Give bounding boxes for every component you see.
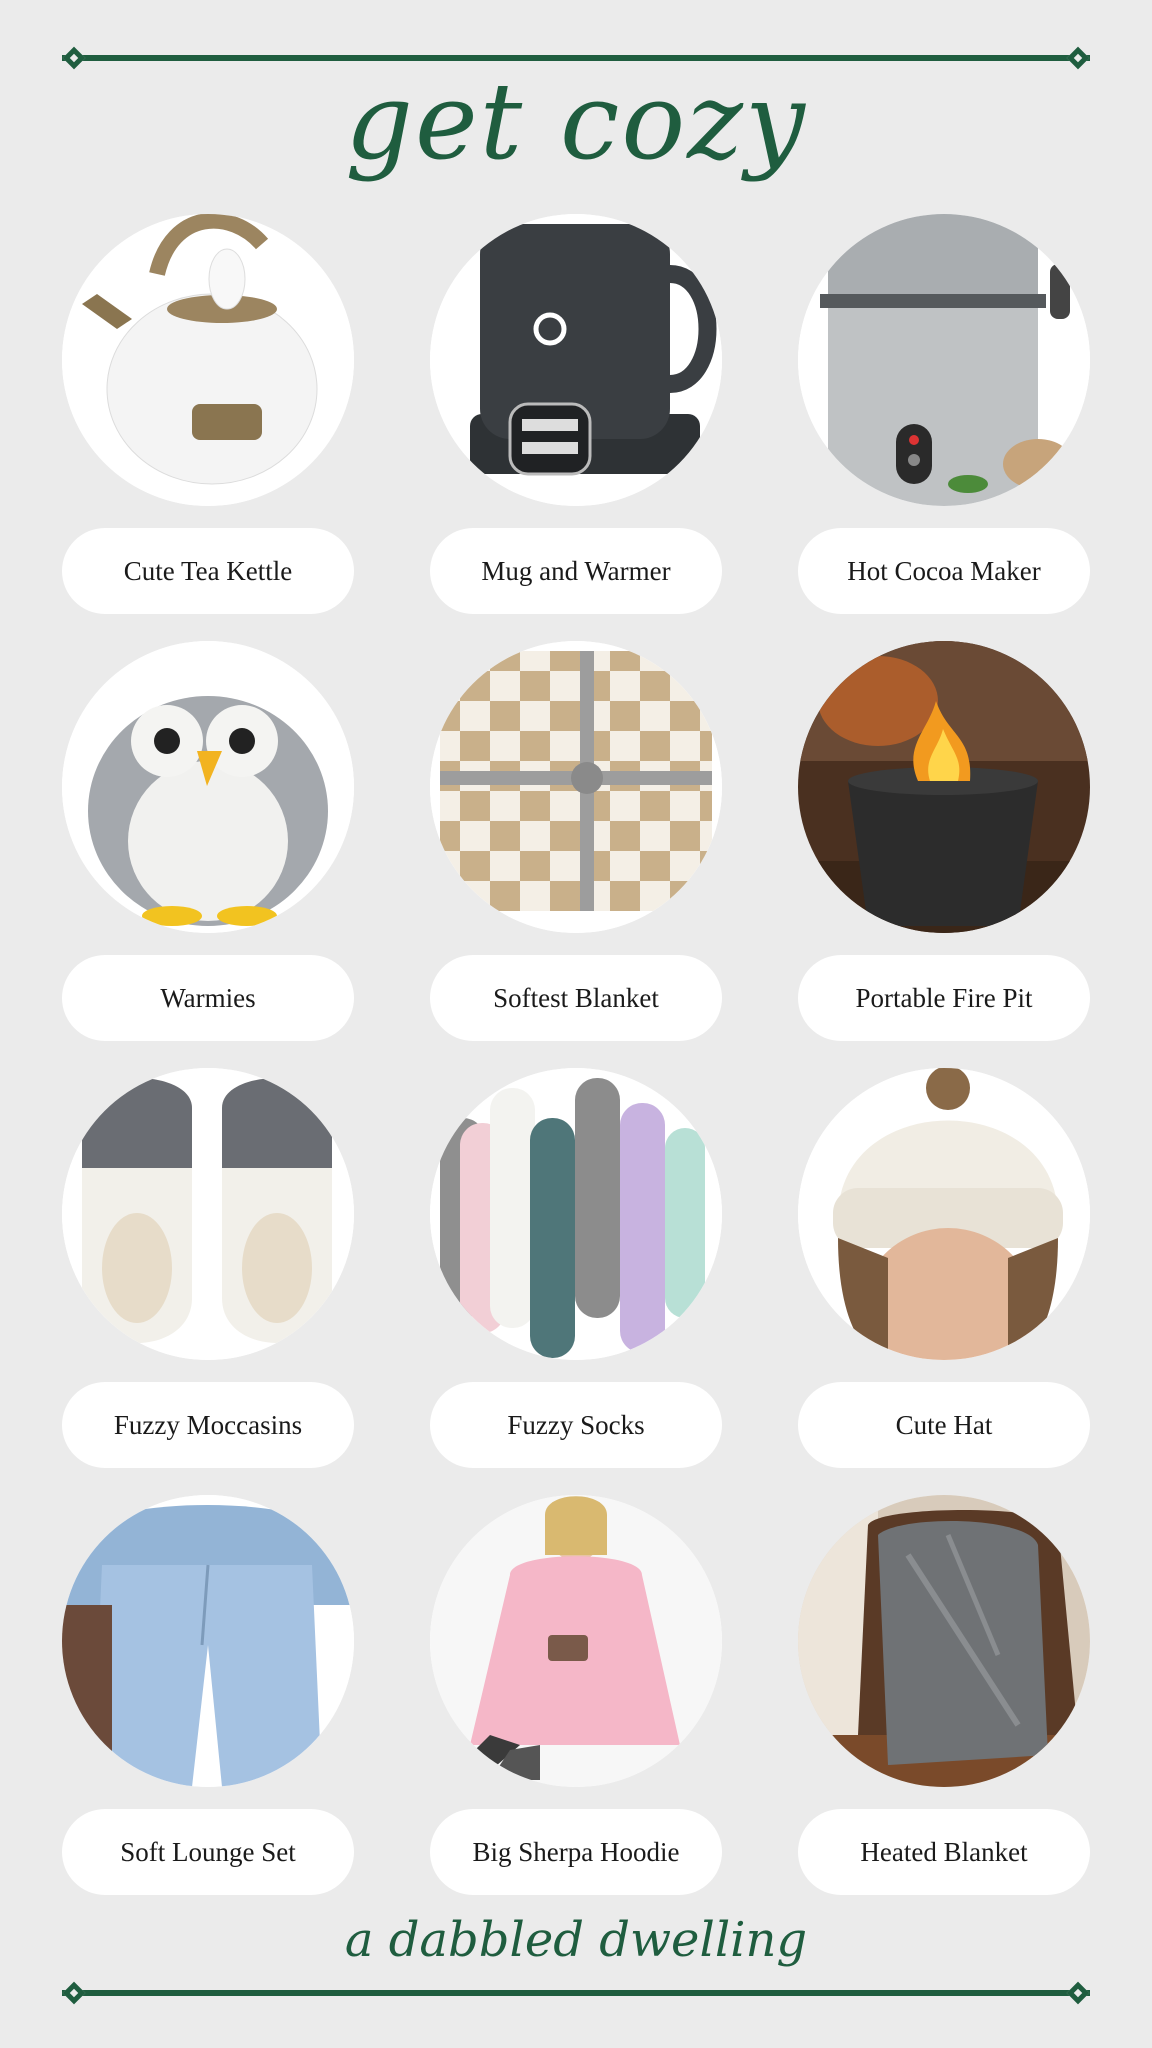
brand-signature: a dabbled dwelling (344, 1912, 808, 1968)
heated-blanket-image[interactable] (798, 1495, 1090, 1787)
cocoa-maker-image[interactable] (798, 214, 1090, 506)
item-label[interactable]: Big Sherpa Hoodie (430, 1809, 722, 1895)
product-card-heated-blanket[interactable]: Heated Blanket (798, 1495, 1090, 1915)
moccasins-image[interactable] (62, 1068, 354, 1360)
product-card-hat[interactable]: Cute Hat (798, 1068, 1090, 1488)
item-label[interactable]: Hot Cocoa Maker (798, 528, 1090, 614)
diamond-right-bottom-icon (1066, 1981, 1090, 2005)
item-label[interactable]: Cute Tea Kettle (62, 528, 354, 614)
checkered-blanket-image[interactable] (430, 641, 722, 933)
product-card-sherpa-hoodie[interactable]: Big Sherpa Hoodie (430, 1495, 722, 1915)
product-card-cocoa-maker[interactable]: Hot Cocoa Maker (798, 214, 1090, 634)
product-card-lounge-set[interactable]: Soft Lounge Set (62, 1495, 354, 1915)
item-label[interactable]: Cute Hat (798, 1382, 1090, 1468)
bottom-divider (62, 1990, 1090, 1996)
page-title: get cozy (345, 60, 807, 183)
fuzzy-socks-image[interactable] (430, 1068, 722, 1360)
item-label[interactable]: Heated Blanket (798, 1809, 1090, 1895)
diamond-left-bottom-icon (62, 1981, 86, 2005)
sherpa-hoodie-image[interactable] (430, 1495, 722, 1787)
product-card-fire-pit[interactable]: Portable Fire Pit (798, 641, 1090, 1061)
lounge-set-image[interactable] (62, 1495, 354, 1787)
item-label[interactable]: Mug and Warmer (430, 528, 722, 614)
product-card-moccasins[interactable]: Fuzzy Moccasins (62, 1068, 354, 1488)
item-label[interactable]: Fuzzy Socks (430, 1382, 722, 1468)
fire-pit-image[interactable] (798, 641, 1090, 933)
tea-kettle-image[interactable] (62, 214, 354, 506)
item-label[interactable]: Warmies (62, 955, 354, 1041)
product-card-socks[interactable]: Fuzzy Socks (430, 1068, 722, 1488)
item-label[interactable]: Portable Fire Pit (798, 955, 1090, 1041)
item-label[interactable]: Softest Blanket (430, 955, 722, 1041)
cute-hat-image[interactable] (798, 1068, 1090, 1360)
product-card-blanket[interactable]: Softest Blanket (430, 641, 722, 1061)
mug-warmer-image[interactable] (430, 214, 722, 506)
item-label[interactable]: Fuzzy Moccasins (62, 1382, 354, 1468)
warmies-owl-image[interactable] (62, 641, 354, 933)
product-card-mug-warmer[interactable]: Mug and Warmer (430, 214, 722, 634)
item-label[interactable]: Soft Lounge Set (62, 1809, 354, 1895)
product-card-warmies[interactable]: Warmies (62, 641, 354, 1061)
product-card-tea-kettle[interactable]: Cute Tea Kettle (62, 214, 354, 634)
